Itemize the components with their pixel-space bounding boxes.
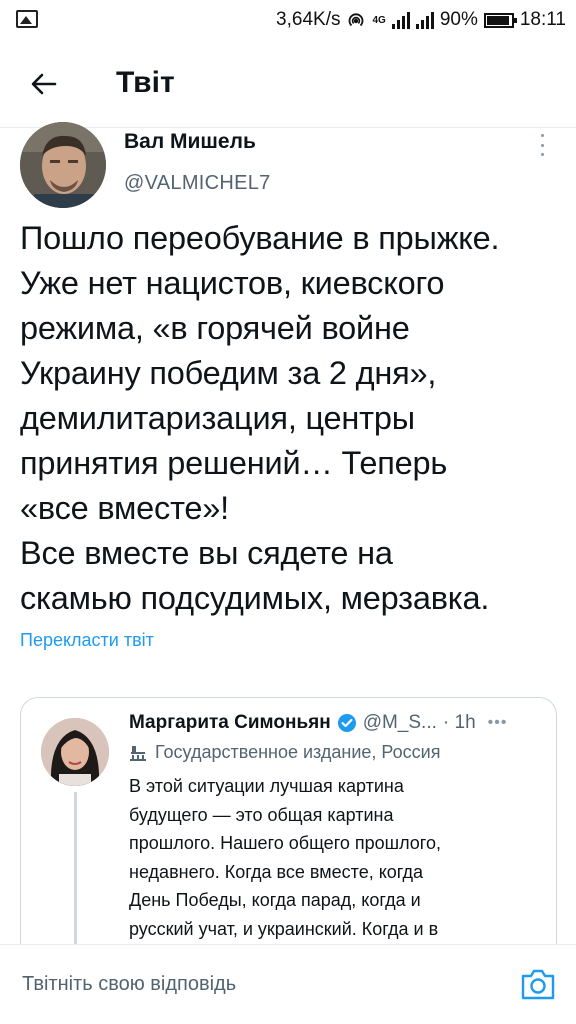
tweet-text-line: Уже нет нацистов, киевского — [20, 265, 445, 301]
tweet-text: Пошло переобувание в прыжке. Уже нет нац… — [20, 216, 568, 621]
signal-sim1-icon — [391, 11, 410, 29]
status-bar: 3,64K/s 4G 90% 18:11 — [0, 0, 576, 40]
quoted-tweet-text: В этой ситуации лучшая картина будущего … — [129, 772, 539, 943]
tweet-text-line: Пошло переобувание в прыжке. — [20, 220, 500, 256]
author-avatar[interactable] — [20, 122, 106, 208]
network-speed: 3,64K/s — [276, 9, 341, 30]
clock: 18:11 — [519, 9, 566, 30]
tweet-text-line: демилитаризация, центры — [20, 400, 415, 436]
reply-input[interactable]: Твітніть свою відповідь — [22, 973, 236, 996]
quoted-text-line: русский учат, и украинский. Когда и в — [129, 918, 439, 939]
state-media-label[interactable]: Государственное издание, Россия — [129, 742, 440, 763]
quoted-text-line: недавнего. Когда все вместе, когда — [129, 861, 424, 882]
tweet-text-line: режима, «в горячей войне — [20, 310, 410, 346]
author-name[interactable]: Вал Мишель — [124, 130, 256, 154]
network-type: 4G — [372, 14, 386, 26]
page-title: Твіт — [116, 66, 175, 99]
signal-sim2-icon — [415, 11, 434, 29]
reply-bar: Твітніть свою відповідь — [0, 944, 576, 1024]
quoted-author-name[interactable]: Маргарита Симоньян — [129, 712, 331, 734]
tweet-text-line: скамью подсудимых, мерзавка. — [20, 580, 490, 616]
back-arrow-icon[interactable] — [28, 68, 60, 100]
state-media-icon — [130, 745, 146, 761]
quoted-author-avatar[interactable] — [41, 718, 109, 786]
tweet-text-line: Украину победим за 2 дня», — [20, 355, 437, 391]
state-media-text: Государственное издание, Россия — [155, 742, 441, 762]
camera-icon[interactable] — [520, 967, 556, 1001]
tweet-text-line: «все вместе»! — [20, 490, 229, 526]
more-options-icon[interactable] — [538, 134, 546, 156]
quoted-tweet-time: · 1h — [442, 712, 476, 733]
tweet-text-line: принятия решений… Теперь — [20, 445, 448, 481]
gallery-notification-icon — [16, 10, 38, 28]
quoted-author-handle: @M_S... — [362, 712, 437, 733]
status-bar-right: 3,64K/s 4G 90% 18:11 — [276, 6, 566, 34]
author-handle[interactable]: @VALMICHEL7 — [124, 172, 271, 195]
quoted-tweet-header: Маргарита Симоньян @M_S... · 1h ••• — [129, 712, 507, 734]
battery-icon — [483, 12, 517, 28]
hotspot-icon — [349, 13, 364, 27]
verified-badge-icon — [337, 714, 356, 732]
quoted-text-line: День Победы, когда парад, когда и — [129, 890, 421, 910]
quoted-more-icon[interactable]: ••• — [488, 714, 508, 732]
top-app-bar: Твіт — [0, 40, 576, 128]
quoted-text-line: будущего — это общая картина — [129, 804, 394, 825]
translate-tweet-link[interactable]: Перекласти твіт — [20, 630, 154, 651]
battery-percent: 90% — [439, 9, 478, 30]
tweet-text-line: Все вместе вы сядете на — [20, 535, 393, 571]
quoted-text-line: В этой ситуации лучшая картина — [129, 776, 404, 796]
quoted-text-line: прошлого. Нашего общего прошлого, — [129, 833, 441, 853]
